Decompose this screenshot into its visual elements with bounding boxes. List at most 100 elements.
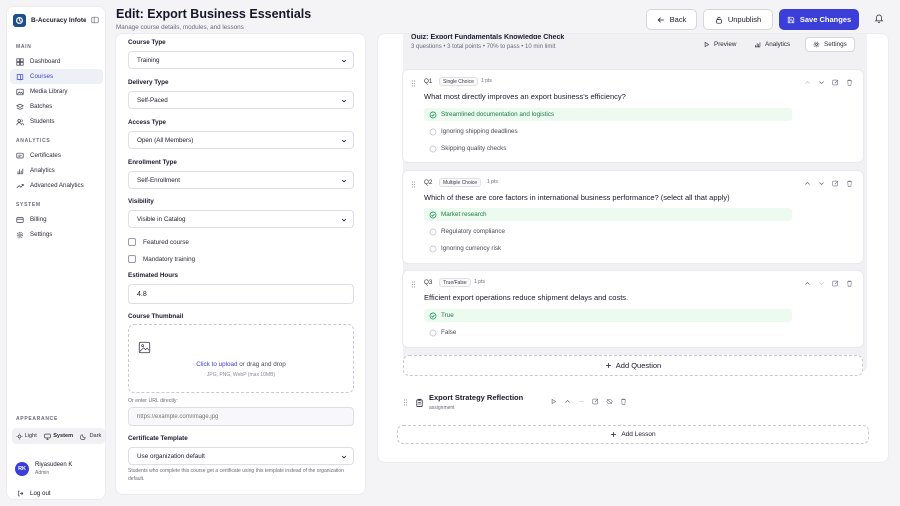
answer-option-text: Ignoring currency risk — [441, 245, 502, 252]
answer-option-correct: Streamlined documentation and logistics — [424, 108, 792, 121]
delete-icon[interactable] — [846, 79, 853, 86]
brand[interactable]: B-Accuracy Infotech — [13, 13, 99, 27]
edit-icon[interactable] — [832, 280, 839, 287]
course-type-select[interactable]: Training — [128, 51, 354, 69]
checkbox-box[interactable] — [128, 238, 136, 246]
answer-option-text: Market research — [441, 211, 487, 218]
drag-handle-icon[interactable] — [411, 181, 416, 188]
delete-icon[interactable] — [846, 280, 853, 287]
sidebar-item-courses[interactable]: Courses — [10, 69, 103, 84]
eye-off-icon[interactable] — [606, 398, 613, 405]
question-card[interactable]: Q2 Multiple Choice 1 pts Which of these … — [403, 171, 863, 263]
sidebar-item-label: Media Library — [30, 88, 68, 95]
question-card[interactable]: Q3 True/False 1 pts Efficient export ope… — [403, 271, 863, 347]
save-changes-button[interactable]: Save Changes — [779, 9, 859, 30]
theme-light-option[interactable]: Light — [16, 432, 37, 440]
unpublish-button[interactable]: Unpublish — [703, 9, 773, 30]
sidebar-item-settings[interactable]: Settings — [10, 227, 103, 242]
drag-handle-icon[interactable] — [403, 399, 408, 406]
check-circle-icon — [429, 111, 437, 118]
question-points: 1 pts — [487, 179, 498, 185]
delete-icon[interactable] — [620, 398, 627, 405]
unpublish-label: Unpublish — [727, 15, 762, 24]
user-role: Admin — [35, 470, 50, 476]
visibility-value: Visible in Catalog — [137, 215, 186, 223]
layers-icon — [16, 103, 24, 110]
delivery-type-select[interactable]: Self-Paced — [128, 91, 354, 109]
page-title: Edit: Export Business Essentials — [116, 7, 312, 21]
section-analytics: ANALYTICS — [16, 138, 51, 144]
thumbnail-dropzone[interactable]: Click to upload or drag and drop JPG, PN… — [128, 324, 354, 393]
section-system: SYSTEM — [16, 202, 41, 208]
add-lesson-button[interactable]: Add Lesson — [397, 425, 869, 444]
sidebar-item-label: Batches — [30, 103, 53, 110]
sidebar-item-analytics[interactable]: Analytics — [10, 163, 103, 178]
upload-text: or drag and drop — [237, 361, 286, 368]
trend-icon — [16, 183, 24, 188]
theme-system-option[interactable]: System — [44, 433, 73, 440]
notifications-bell-icon[interactable] — [874, 13, 884, 23]
quiz-preview-button[interactable]: Preview — [703, 37, 736, 52]
question-card[interactable]: Q1 Single Choice 1 pts What most directl… — [403, 70, 863, 162]
edit-icon[interactable] — [592, 398, 599, 405]
back-button[interactable]: Back — [646, 9, 697, 30]
answer-option-text: Ignoring shipping deadlines — [441, 128, 518, 135]
add-question-button[interactable]: Add Question — [403, 355, 863, 376]
user-profile[interactable]: RK Riyasudeen K Admin — [15, 461, 72, 477]
delete-icon[interactable] — [846, 180, 853, 187]
quiz-title: Quiz: Export Fundamentals Knowledge Chec… — [411, 34, 565, 39]
upload-link[interactable]: Click to upload — [196, 361, 237, 368]
sidebar-item-advanced-analytics[interactable]: Advanced Analytics — [10, 178, 103, 193]
question-number: Q1 — [424, 78, 433, 85]
mandatory-training-checkbox[interactable]: Mandatory training — [128, 255, 195, 263]
quiz-analytics-label: Analytics — [765, 41, 791, 48]
featured-course-label: Featured course — [143, 238, 189, 246]
move-down-icon[interactable] — [578, 398, 585, 405]
image-icon — [16, 88, 24, 95]
book-icon — [16, 73, 24, 80]
move-up-icon[interactable] — [804, 280, 811, 287]
lesson-row[interactable]: Export Strategy Reflection assignment — [403, 390, 867, 420]
logout-icon — [18, 490, 24, 497]
logout-button[interactable]: Log out — [17, 490, 51, 497]
enrollment-type-select[interactable]: Self-Enrollment — [128, 171, 354, 189]
edit-icon[interactable] — [832, 180, 839, 187]
moon-icon — [80, 433, 87, 440]
sidebar-item-billing[interactable]: Billing — [10, 212, 103, 227]
sidebar-item-students[interactable]: Students — [10, 114, 103, 129]
sidebar-collapse-icon[interactable] — [91, 16, 99, 24]
add-lesson-label: Add Lesson — [621, 431, 656, 438]
thumbnail-url-input[interactable] — [128, 407, 354, 426]
question-text: Which of these are core factors in inter… — [424, 193, 730, 202]
certificate-template-select[interactable]: Use organization default — [128, 447, 354, 465]
quiz-analytics-button[interactable]: Analytics — [754, 37, 790, 52]
theme-dark-option[interactable]: Dark — [80, 433, 101, 440]
move-down-icon[interactable] — [818, 280, 825, 287]
quiz-meta: 3 questions • 3 total points • 70% to pa… — [411, 44, 556, 50]
quiz-settings-button[interactable]: Settings — [805, 37, 855, 52]
sidebar-item-batches[interactable]: Batches — [10, 99, 103, 114]
move-up-icon[interactable] — [804, 180, 811, 187]
move-down-icon[interactable] — [818, 79, 825, 86]
drag-handle-icon[interactable] — [411, 281, 416, 288]
sidebar-item-label: Settings — [30, 231, 53, 238]
gear-icon — [813, 41, 820, 48]
checkbox-box[interactable] — [128, 255, 136, 263]
featured-course-checkbox[interactable]: Featured course — [128, 238, 189, 246]
move-up-icon[interactable] — [564, 398, 571, 405]
sidebar-item-dashboard[interactable]: Dashboard — [10, 54, 103, 69]
move-down-icon[interactable] — [818, 180, 825, 187]
access-type-select[interactable]: Open (All Members) — [128, 131, 354, 149]
question-type-badge: Multiple Choice — [439, 178, 482, 187]
estimated-hours-input[interactable]: 4.8 — [128, 284, 354, 304]
section-appearance: APPEARANCE — [16, 416, 59, 422]
edit-icon[interactable] — [832, 79, 839, 86]
sidebar-item-certificates[interactable]: Certificates — [10, 148, 103, 163]
chart-icon — [755, 42, 761, 48]
visibility-select[interactable]: Visible in Catalog — [128, 210, 354, 228]
certificate-template-value: Use organization default — [137, 452, 205, 460]
drag-handle-icon[interactable] — [411, 80, 416, 87]
play-icon[interactable] — [550, 398, 557, 405]
move-up-icon[interactable] — [804, 79, 811, 86]
sidebar-item-media-library[interactable]: Media Library — [10, 84, 103, 99]
